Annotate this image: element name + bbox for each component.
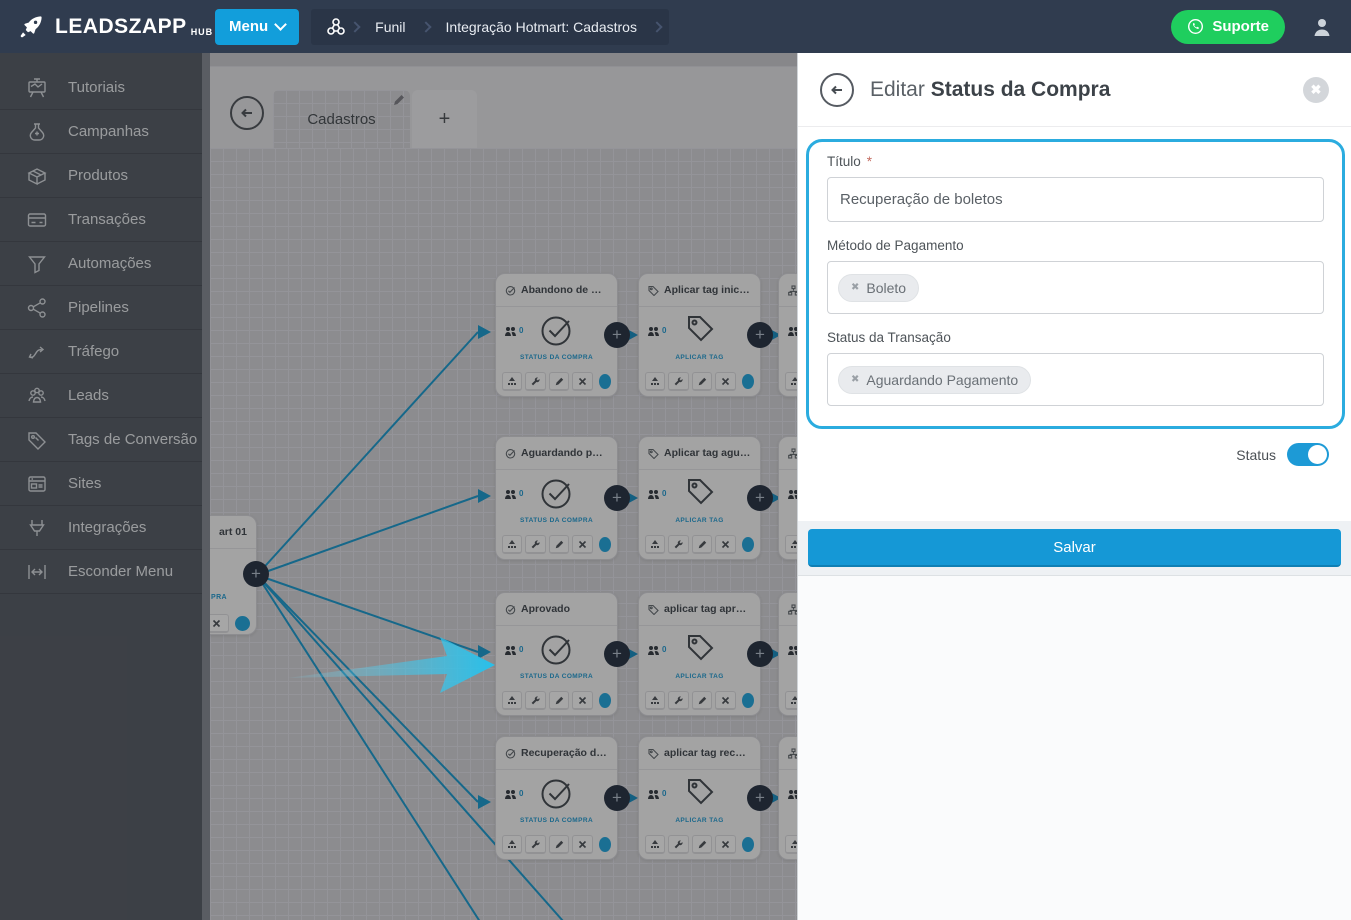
brand-suffix: HUB bbox=[190, 27, 214, 37]
status-transacao-label: Status da Transação bbox=[827, 330, 951, 345]
menu-button-label: Menu bbox=[229, 18, 269, 35]
breadcrumb-funil[interactable]: Funil bbox=[363, 19, 417, 35]
menu-button[interactable]: Menu bbox=[215, 8, 300, 45]
panel-footer-area bbox=[798, 576, 1351, 920]
status-toggle[interactable] bbox=[1287, 443, 1329, 466]
save-button[interactable]: Salvar bbox=[808, 529, 1341, 567]
breadcrumb-separator bbox=[651, 20, 663, 33]
chip-aguardando-pagamento: ✖ Aguardando Pagamento bbox=[838, 365, 1032, 394]
save-band: Salvar bbox=[798, 521, 1351, 576]
highlighted-form-card: Título* Método de Pagamento ✖ Boleto Sta… bbox=[806, 139, 1345, 429]
chevron-down-icon bbox=[274, 18, 288, 31]
breadcrumb-current-funnel[interactable]: Integração Hotmart: Cadastros bbox=[434, 19, 649, 35]
panel-title-entity: Status da Compra bbox=[930, 77, 1111, 101]
required-asterisk: * bbox=[866, 154, 873, 169]
panel-title: Editar Status da Compra bbox=[870, 78, 1110, 102]
app-logo: LEADSZAPP HUB bbox=[0, 13, 212, 40]
close-panel-button[interactable]: ✖ bbox=[1303, 76, 1329, 103]
panel-header: Editar Status da Compra ✖ bbox=[798, 53, 1351, 127]
funnels-icon[interactable] bbox=[325, 16, 347, 38]
chip-label: Boleto bbox=[866, 279, 907, 296]
breadcrumb: Funil Integração Hotmart: Cadastros bbox=[311, 8, 669, 45]
metodo-pagamento-select[interactable]: ✖ Boleto bbox=[827, 261, 1324, 314]
whatsapp-icon bbox=[1187, 18, 1204, 35]
breadcrumb-separator bbox=[349, 20, 361, 33]
metodo-pagamento-label: Método de Pagamento bbox=[827, 238, 964, 253]
dim-overlay bbox=[0, 53, 797, 920]
edit-panel: Editar Status da Compra ✖ Título* Método… bbox=[797, 53, 1351, 920]
rocket-icon bbox=[18, 13, 45, 40]
remove-chip-icon[interactable]: ✖ bbox=[851, 282, 859, 293]
chip-label: Aguardando Pagamento bbox=[866, 371, 1019, 388]
panel-back-button[interactable] bbox=[820, 72, 854, 107]
brand-name: LEADSZAPP bbox=[55, 14, 187, 38]
remove-chip-icon[interactable]: ✖ bbox=[851, 374, 859, 385]
breadcrumb-separator bbox=[419, 20, 432, 33]
chip-boleto: ✖ Boleto bbox=[838, 273, 920, 302]
status-toggle-label: Status bbox=[1236, 446, 1276, 463]
titulo-input[interactable] bbox=[827, 177, 1324, 222]
user-avatar-icon[interactable] bbox=[1311, 16, 1333, 38]
topbar: LEADSZAPP HUB Menu Funil Integração Hotm… bbox=[0, 0, 1351, 53]
status-transacao-select[interactable]: ✖ Aguardando Pagamento bbox=[827, 353, 1324, 406]
panel-title-prefix: Editar bbox=[870, 77, 925, 101]
support-button[interactable]: Suporte bbox=[1171, 9, 1285, 44]
support-button-label: Suporte bbox=[1212, 18, 1269, 35]
titulo-label: Título * bbox=[827, 154, 873, 169]
